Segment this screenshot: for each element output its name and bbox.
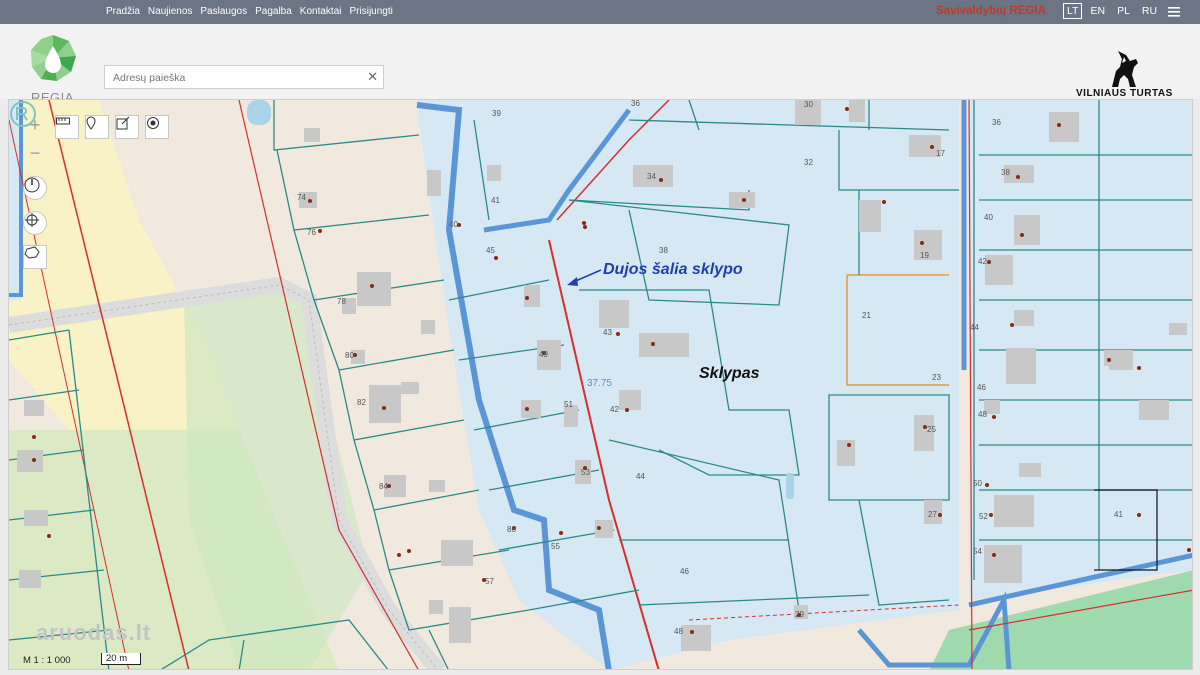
wolf-logo-icon [1112,51,1138,87]
main-nav: Pradžia Naujienos Paslaugos Pagalba Kont… [106,6,393,17]
ruler-icon [56,117,70,125]
language-switcher: LT EN PL RU [1063,3,1161,19]
house-number: 25 [927,425,936,434]
compass-button[interactable] [23,176,47,200]
house-number: 49 [539,350,548,359]
lasso-icon [24,246,40,259]
nav-pradzia[interactable]: Pradžia [106,6,140,17]
clear-search-icon[interactable]: ✕ [367,69,378,85]
house-number: 40 [984,213,993,222]
house-number: 41 [491,196,500,205]
house-number: 46 [680,567,689,576]
plot-annotation: Sklypas [699,365,760,382]
pond-small [786,473,794,499]
nav-paslaugos[interactable]: Paslaugos [200,6,247,17]
house-number: 50 [973,479,982,488]
house-number: 86 [507,525,516,534]
nav-naujienos[interactable]: Naujienos [148,6,192,17]
scale-ratio: M 1 : 1 000 [23,655,71,666]
house-number: 42 [978,257,987,266]
vilniaus-turtas-logo-text: VILNIAUS TURTAS [1076,88,1173,99]
house-number: 23 [932,373,941,382]
house-number: 17 [936,149,945,158]
house-number: 38 [659,246,668,255]
brand-title[interactable]: Savivaldybių REGIA [936,5,1046,17]
lang-lt[interactable]: LT [1063,3,1083,19]
house-number: 39 [492,109,501,118]
select-area-button[interactable] [23,245,47,269]
lang-en[interactable]: EN [1086,3,1109,19]
house-number: 54 [973,547,982,556]
house-number: 52 [979,512,988,521]
house-number: 57 [485,577,494,586]
house-number: 32 [804,158,813,167]
house-number: 82 [357,398,366,407]
nav-prisijungti[interactable]: Prisijungti [350,6,393,17]
house-number: 78 [337,297,346,306]
locate-button[interactable] [23,211,47,235]
aruodas-watermark: aruodas.lt [36,620,152,645]
house-number: 42 [610,405,619,414]
house-number: 38 [1001,168,1010,177]
house-number: 29 [795,610,804,619]
house-number: 45 [486,246,495,255]
compass-icon [24,177,40,193]
house-number: 44 [970,323,979,332]
lang-ru[interactable]: RU [1138,3,1161,19]
house-number: 44 [636,472,645,481]
nav-kontaktai[interactable]: Kontaktai [300,6,342,17]
house-number: 51 [564,400,573,409]
house-number: 55 [551,542,560,551]
house-number: 41 [1114,510,1123,519]
gas-annotation: Dujos šalia sklypo [603,261,743,278]
parcel-area-label: 37.75 [587,378,613,389]
lang-pl[interactable]: PL [1113,3,1134,19]
house-number: 46 [977,383,986,392]
zoom-out-button[interactable]: − [24,142,46,164]
scale-bar: 20 m [101,653,141,665]
header: REGIA ✕ VILNIAUS TURTAS [0,24,1200,105]
map-pin-icon [86,116,96,130]
house-number: 36 [631,99,640,108]
house-number: 34 [647,172,656,181]
search-input[interactable] [111,67,365,89]
house-number: 36 [992,118,1001,127]
regia-drop-logo-icon[interactable] [29,34,77,82]
edit-icon [116,116,130,130]
house-number: 48 [674,627,683,636]
pond [247,100,271,125]
house-number: 74 [297,193,306,202]
house-number: 80 [345,351,354,360]
top-navigation-bar: Pradžia Naujienos Paslaugos Pagalba Kont… [0,0,1200,24]
house-number: 30 [804,100,813,109]
place-marker-button[interactable] [85,115,109,139]
target-point-button[interactable] [145,115,169,139]
edit-export-button[interactable] [115,115,139,139]
house-number: 27 [928,510,937,519]
hamburger-menu-icon[interactable] [1168,5,1180,19]
house-number: 84 [379,482,388,491]
nav-pagalba[interactable]: Pagalba [255,6,292,17]
target-icon [147,117,159,129]
house-number: 19 [920,251,929,260]
house-number: 53 [581,468,590,477]
house-number: 21 [862,311,871,320]
house-number: 43 [603,328,612,337]
rc-logo-icon [10,101,36,127]
house-number: 76 [307,228,316,237]
cadastral-map[interactable]: 74 76 78 80 82 84 86 57 39 41 45 40 49 5… [8,99,1193,670]
crosshair-icon [25,213,39,227]
house-number: 48 [978,410,987,419]
measure-line-button[interactable] [55,115,79,139]
address-search: ✕ [104,65,384,89]
house-number: 40 [449,220,458,229]
